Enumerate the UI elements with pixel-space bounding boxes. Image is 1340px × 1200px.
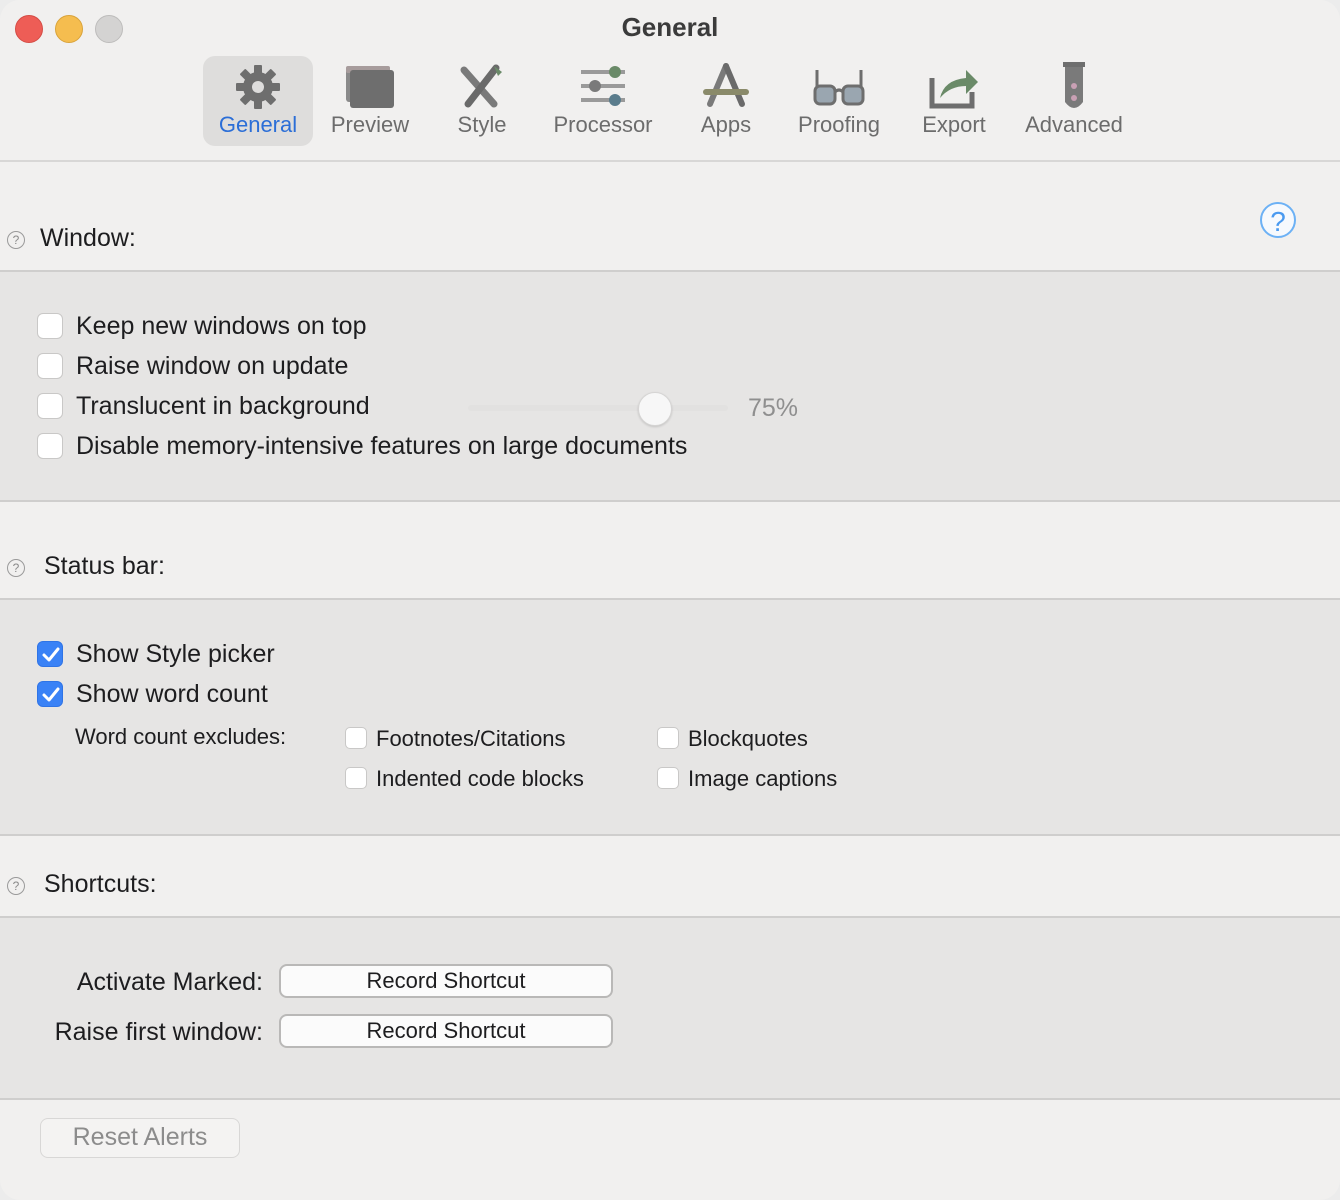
tab-label: Export	[922, 112, 986, 137]
preferences-window: General General Preview Style Processor …	[0, 0, 1340, 1200]
section-title-status-bar: Status bar:	[44, 552, 165, 580]
tab-label: Style	[457, 112, 507, 137]
checkbox-keep-on-top[interactable]	[37, 313, 63, 339]
tab-processor[interactable]: Processor	[544, 56, 662, 146]
tab-label: Proofing	[798, 112, 880, 137]
checkbox-raise-on-update[interactable]	[37, 353, 63, 379]
option-label: Indented code blocks	[376, 766, 584, 791]
checkbox-exclude-image-captions[interactable]	[657, 767, 679, 789]
option-label: Keep new windows on top	[76, 312, 367, 340]
sliders-icon	[581, 66, 625, 106]
tab-style[interactable]: Style	[440, 56, 524, 146]
tab-label: General	[218, 112, 298, 137]
translucency-slider-track[interactable]	[468, 405, 728, 411]
option-label: Show word count	[76, 680, 268, 708]
tab-label: Processor	[553, 112, 653, 137]
checkbox-show-word-count[interactable]	[37, 681, 63, 707]
shortcut-label-activate: Activate Marked:	[76, 968, 263, 996]
section-help-icon[interactable]: ?	[7, 877, 25, 895]
translucency-slider-knob[interactable]	[638, 392, 672, 426]
share-arrow-icon	[929, 70, 978, 109]
toolbar: General General Preview Style Processor …	[0, 0, 1340, 162]
checkbox-disable-memory-features[interactable]	[37, 433, 63, 459]
word-count-excludes-label: Word count excludes:	[75, 724, 287, 749]
option-label: Blockquotes	[688, 726, 808, 751]
tab-proofing[interactable]: Proofing	[790, 56, 888, 146]
checkmark-icon	[42, 687, 60, 702]
preview-window-icon	[346, 66, 394, 108]
style-tools-icon	[460, 64, 502, 108]
window-title: General	[621, 12, 719, 42]
option-label: Image captions	[688, 766, 838, 791]
checkbox-exclude-blockquotes[interactable]	[657, 727, 679, 749]
tab-preview[interactable]: Preview	[320, 56, 420, 146]
section-title-shortcuts: Shortcuts:	[44, 870, 157, 898]
status-section-panel	[0, 598, 1340, 836]
tab-label: Apps	[700, 112, 752, 137]
checkmark-icon	[42, 647, 60, 662]
section-title-window: Window:	[40, 224, 136, 252]
section-help-icon[interactable]: ?	[7, 231, 25, 249]
glasses-icon	[813, 70, 865, 106]
checkbox-exclude-code-blocks[interactable]	[345, 767, 367, 789]
window-section-panel	[0, 270, 1340, 502]
test-tube-icon	[1063, 62, 1085, 108]
tab-advanced[interactable]: Advanced	[1018, 56, 1130, 146]
translucency-value: 75%	[748, 394, 799, 422]
record-shortcut-activate-button[interactable]: Record Shortcut	[279, 964, 613, 998]
tab-label: Preview	[330, 112, 410, 137]
option-label: Show Style picker	[76, 640, 275, 668]
section-help-icon[interactable]: ?	[7, 559, 25, 577]
tab-label: Advanced	[1025, 112, 1123, 137]
tab-general[interactable]: General	[203, 56, 313, 146]
checkbox-exclude-footnotes[interactable]	[345, 727, 367, 749]
checkbox-translucent[interactable]	[37, 393, 63, 419]
tab-export[interactable]: Export	[914, 56, 994, 146]
option-label: Footnotes/Citations	[376, 726, 566, 751]
tab-apps[interactable]: Apps	[690, 56, 762, 146]
checkbox-show-style-picker[interactable]	[37, 641, 63, 667]
option-label: Raise window on update	[76, 352, 349, 380]
help-button[interactable]: ?	[1260, 202, 1296, 238]
reset-alerts-button[interactable]: Reset Alerts	[40, 1118, 240, 1158]
record-shortcut-raise-button[interactable]: Record Shortcut	[279, 1014, 613, 1048]
shortcut-label-raise-first-window: Raise first window:	[54, 1018, 263, 1046]
app-store-icon	[703, 63, 749, 107]
option-label: Translucent in background	[76, 392, 370, 420]
option-label: Disable memory-intensive features on lar…	[76, 432, 688, 460]
gear-icon	[236, 65, 280, 109]
shortcuts-section-panel	[0, 916, 1340, 1100]
